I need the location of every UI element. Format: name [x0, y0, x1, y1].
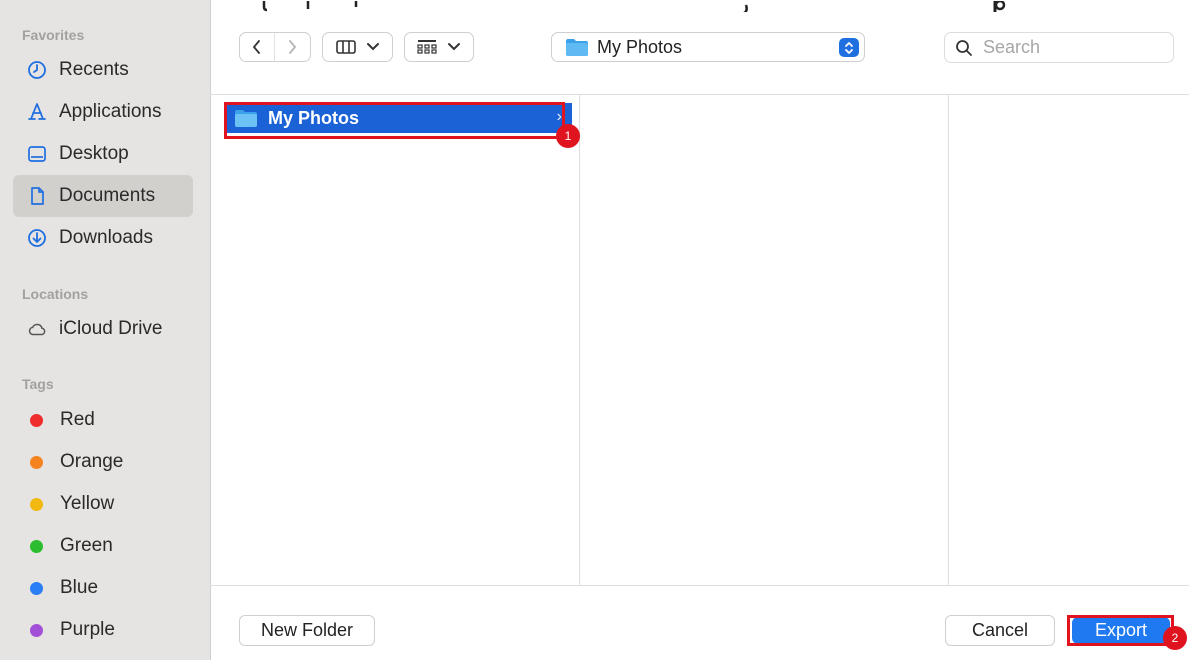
- document-icon: [27, 186, 47, 206]
- chevron-left-icon: [252, 40, 260, 54]
- tag-orange[interactable]: Orange: [13, 441, 193, 483]
- sidebar: Favorites Recents Applications Desktop D…: [0, 0, 211, 660]
- sidebar-item-icloud-drive[interactable]: iCloud Drive: [13, 308, 193, 350]
- sidebar-item-downloads[interactable]: Downloads: [13, 217, 193, 259]
- sidebar-item-label: iCloud Drive: [59, 318, 163, 339]
- cropped-title-remnant: [210, 0, 1189, 12]
- applications-icon: [27, 102, 47, 122]
- sidebar-item-label: Desktop: [59, 143, 129, 164]
- tag-label: Purple: [60, 619, 115, 640]
- save-dialog: Favorites Recents Applications Desktop D…: [0, 0, 1189, 660]
- tag-blue[interactable]: Blue: [13, 567, 193, 609]
- desktop-icon: [27, 144, 47, 164]
- grid-group-icon: [417, 40, 437, 54]
- search-field[interactable]: [944, 32, 1174, 63]
- tag-label: Blue: [60, 577, 99, 598]
- group-by-button[interactable]: [404, 32, 474, 62]
- folder-icon: [566, 39, 588, 56]
- sidebar-item-label: Downloads: [59, 227, 153, 248]
- locations-title: Locations: [22, 286, 89, 302]
- chevron-down-icon: [366, 43, 379, 51]
- location-popup[interactable]: My Photos: [551, 32, 865, 62]
- sidebar-item-label: Applications: [59, 101, 162, 122]
- download-icon: [27, 228, 47, 248]
- column-divider: [579, 95, 580, 585]
- tag-purple[interactable]: Purple: [13, 609, 193, 651]
- sidebar-item-documents[interactable]: Documents: [13, 175, 193, 217]
- back-button[interactable]: [240, 33, 274, 61]
- highlight-box-1: [224, 102, 565, 139]
- sidebar-item-desktop[interactable]: Desktop: [13, 133, 193, 175]
- search-icon: [956, 39, 972, 56]
- tags-title: Tags: [22, 376, 54, 392]
- tag-yellow[interactable]: Yellow: [13, 483, 193, 525]
- sidebar-item-label: Documents: [59, 185, 156, 206]
- cloud-icon: [27, 319, 47, 339]
- favorites-title: Favorites: [22, 27, 85, 43]
- view-mode-button[interactable]: [322, 32, 393, 62]
- up-down-stepper-icon: [839, 38, 859, 57]
- chevron-right-icon: [289, 40, 297, 54]
- tag-red[interactable]: Red: [13, 399, 193, 441]
- step-badge-2: 2: [1163, 626, 1187, 650]
- purple-tag-dot: [30, 623, 43, 637]
- tag-green[interactable]: Green: [13, 525, 193, 567]
- yellow-tag-dot: [30, 497, 43, 511]
- column-divider: [948, 95, 949, 585]
- tag-label: Red: [60, 409, 95, 430]
- sidebar-item-applications[interactable]: Applications: [13, 91, 193, 133]
- column-browser: My Photos ›: [210, 94, 1189, 586]
- search-input[interactable]: [981, 36, 1165, 59]
- sidebar-item-label: Recents: [59, 59, 129, 80]
- red-tag-dot: [30, 413, 43, 427]
- chevron-down-icon: [448, 43, 460, 51]
- sidebar-item-recents[interactable]: Recents: [13, 49, 193, 91]
- tag-label: Yellow: [60, 493, 115, 514]
- highlight-box-2: [1067, 615, 1174, 646]
- location-label: My Photos: [597, 36, 683, 57]
- tag-label: Green: [60, 535, 113, 556]
- forward-button[interactable]: [275, 33, 309, 61]
- step-badge-1: 1: [556, 124, 580, 148]
- green-tag-dot: [30, 539, 43, 553]
- tag-label: Orange: [60, 451, 124, 472]
- clock-icon: [27, 60, 47, 80]
- columns-view-icon: [335, 40, 356, 54]
- orange-tag-dot: [30, 455, 43, 469]
- blue-tag-dot: [30, 581, 43, 595]
- navigation-buttons: [239, 32, 311, 62]
- cancel-button[interactable]: Cancel: [945, 615, 1055, 646]
- new-folder-button[interactable]: New Folder: [239, 615, 375, 646]
